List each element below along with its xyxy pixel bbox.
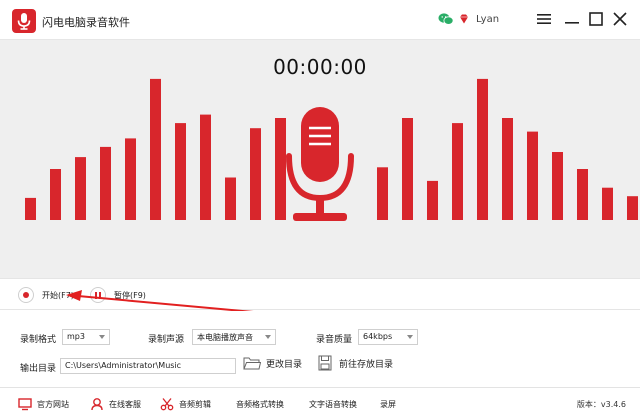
footer-online-service[interactable]: 在线客服 — [90, 396, 141, 412]
title-bar: 闪电电脑录音软件 Lyan — [0, 0, 640, 40]
level-bar — [377, 167, 388, 220]
change-dir-button[interactable]: 更改目录 — [243, 355, 302, 371]
pause-label: 暂停(F9) — [114, 290, 146, 300]
level-bar — [50, 169, 61, 220]
footer-label: 文字语音转换 — [309, 399, 357, 409]
version-label: 版本：v3.4.6 — [576, 400, 626, 409]
chevron-down-icon — [99, 335, 105, 339]
level-bar — [250, 128, 261, 220]
level-bar — [100, 146, 111, 220]
record-icon — [18, 287, 34, 303]
footer-tts-convert[interactable]: 文字语音转换 — [309, 396, 357, 412]
footer-format-convert[interactable]: 音频格式转换 — [236, 396, 284, 412]
microphone-icon — [286, 107, 354, 221]
footer-audio-cut[interactable]: 音频剪辑 — [160, 396, 211, 412]
level-bar — [552, 152, 563, 220]
menu-button[interactable] — [536, 11, 552, 27]
maximize-button[interactable] — [588, 11, 604, 27]
open-dir-button[interactable]: 前往存放目录 — [318, 355, 393, 371]
level-bar — [452, 123, 463, 220]
folder-icon — [243, 357, 261, 370]
start-button[interactable]: 开始(F7) — [18, 285, 74, 305]
menu-icon — [537, 14, 551, 24]
quality-value: 64kbps — [363, 332, 393, 341]
footer-screen-record[interactable]: 录屏 — [380, 396, 396, 412]
level-bar — [502, 118, 513, 220]
change-dir-label: 更改目录 — [266, 359, 303, 370]
level-bar — [477, 78, 488, 221]
source-value: 本电脑播放声音 — [197, 333, 253, 342]
footer-label: 官方网站 — [37, 399, 69, 409]
close-icon — [613, 12, 627, 26]
chevron-down-icon — [407, 335, 413, 339]
level-bar — [75, 157, 86, 220]
level-bar — [627, 196, 638, 220]
level-bar — [150, 78, 161, 221]
level-bars — [25, 78, 638, 221]
format-value: mp3 — [67, 332, 85, 341]
username: Lyan — [476, 13, 500, 25]
footer-label: 音频剪辑 — [179, 399, 211, 409]
scissors-icon — [160, 398, 174, 411]
recording-visualizer: 00:00:00 — [0, 40, 640, 278]
format-label: 录制格式 — [20, 335, 57, 345]
footer-label: 音频格式转换 — [236, 399, 284, 409]
open-dir-label: 前往存放目录 — [339, 359, 394, 370]
maximize-icon — [589, 12, 603, 26]
monitor-icon — [18, 398, 32, 411]
source-select[interactable]: 本电脑播放声音 — [192, 329, 276, 345]
close-button[interactable] — [612, 11, 628, 27]
quality-select[interactable]: 64kbps — [358, 329, 418, 345]
vip-diamond-icon — [460, 14, 468, 24]
pause-icon — [90, 287, 106, 303]
record-controls: 开始(F7) 暂停(F9) — [0, 278, 640, 310]
level-bar — [427, 180, 438, 220]
source-label: 录制声源 — [148, 335, 185, 345]
level-bar — [25, 197, 36, 220]
output-path-input[interactable]: C:\Users\Administrator\Music — [60, 358, 236, 374]
footer-label: 录屏 — [380, 399, 396, 409]
level-bar — [175, 123, 186, 220]
format-select[interactable]: mp3 — [62, 329, 110, 345]
app-title: 闪电电脑录音软件 — [42, 16, 130, 29]
level-bar — [275, 118, 286, 220]
level-bar — [577, 169, 588, 220]
footer-bar: 官方网站 在线客服 音频剪辑 音频格式转换 文字语音转换 录屏 版本：v3.4.… — [0, 387, 640, 420]
pause-button[interactable]: 暂停(F9) — [90, 285, 146, 305]
disk-icon — [318, 355, 332, 371]
level-bar — [602, 187, 613, 220]
settings-panel: 录制格式 mp3 录制声源 本电脑播放声音 录音质量 64kbps 输出目录 C… — [0, 311, 640, 387]
minimize-button[interactable] — [564, 11, 580, 27]
footer-official-site[interactable]: 官方网站 — [18, 396, 69, 412]
headset-icon — [91, 398, 103, 411]
wechat-icon — [438, 13, 454, 25]
output-label: 输出目录 — [20, 364, 57, 374]
level-bar — [527, 131, 538, 220]
level-bar — [125, 138, 136, 220]
level-bar — [200, 114, 211, 220]
chevron-down-icon — [265, 335, 271, 339]
level-bar — [225, 177, 236, 220]
app-mic-logo-icon — [12, 9, 36, 33]
user-account[interactable]: Lyan — [438, 11, 499, 27]
start-label: 开始(F7) — [42, 290, 74, 300]
level-bar — [402, 118, 413, 220]
quality-label: 录音质量 — [316, 335, 353, 345]
footer-label: 在线客服 — [109, 399, 141, 409]
minimize-icon — [565, 22, 579, 24]
